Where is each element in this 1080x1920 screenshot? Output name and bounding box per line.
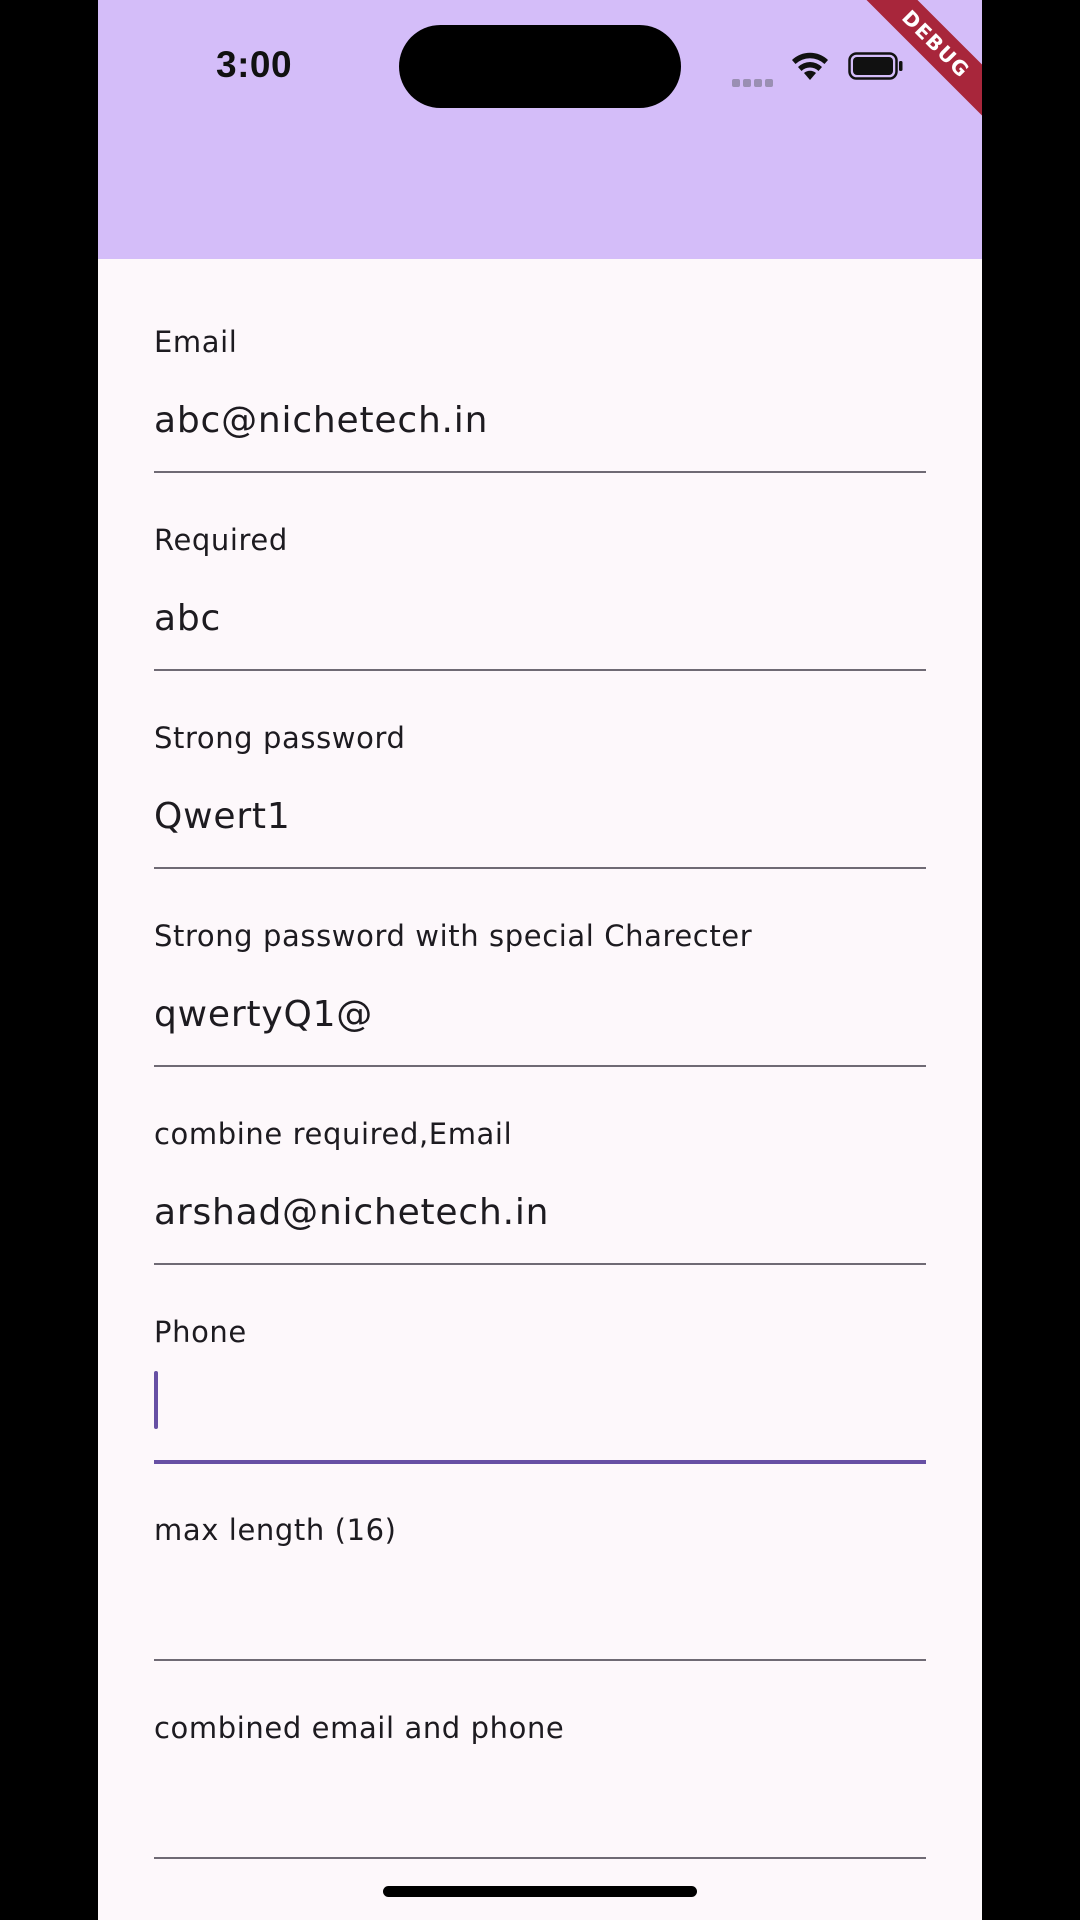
- email-phone-field-underline: [154, 1857, 926, 1859]
- required-email-field-value[interactable]: arshad@nichetech.in: [154, 1192, 549, 1233]
- email-field-value[interactable]: abc@nichetech.in: [154, 400, 488, 441]
- max-length-field[interactable]: max length (16): [154, 1447, 926, 1661]
- strong-password-field[interactable]: Strong password Qwert1: [154, 655, 926, 869]
- home-indicator[interactable]: [383, 1886, 697, 1897]
- signal-dots-icon: [732, 72, 776, 87]
- phone-field[interactable]: Phone: [154, 1249, 926, 1464]
- wifi-icon: [792, 52, 828, 80]
- max-length-field-label: max length (16): [154, 1513, 397, 1547]
- strong-password-field-label: Strong password: [154, 721, 406, 755]
- app-bar: 3:00 DEBUG: [98, 0, 982, 259]
- status-time: 3:00: [216, 44, 293, 85]
- phone-field-label: Phone: [154, 1315, 247, 1349]
- app-screen: 3:00 DEBUG Email abc@nichetech.in Requir…: [98, 0, 982, 1920]
- special-password-field-label: Strong password with special Charecter: [154, 919, 753, 953]
- email-phone-field-label: combined email and phone: [154, 1711, 565, 1745]
- email-phone-field[interactable]: combined email and phone: [154, 1645, 926, 1859]
- special-password-field[interactable]: Strong password with special Charecter q…: [154, 853, 926, 1067]
- email-field-label: Email: [154, 325, 238, 359]
- dynamic-island: [399, 25, 681, 108]
- battery-icon: [848, 52, 903, 80]
- special-password-field-value[interactable]: qwertyQ1@: [154, 994, 373, 1035]
- required-email-field-label: combine required,Email: [154, 1117, 513, 1151]
- required-field-value[interactable]: abc: [154, 598, 221, 639]
- required-email-field[interactable]: combine required,Email arshad@nichetech.…: [154, 1051, 926, 1265]
- text-cursor: [154, 1371, 158, 1429]
- email-field[interactable]: Email abc@nichetech.in: [154, 259, 926, 473]
- required-field-label: Required: [154, 523, 288, 557]
- strong-password-field-value[interactable]: Qwert1: [154, 796, 291, 837]
- required-field[interactable]: Required abc: [154, 457, 926, 671]
